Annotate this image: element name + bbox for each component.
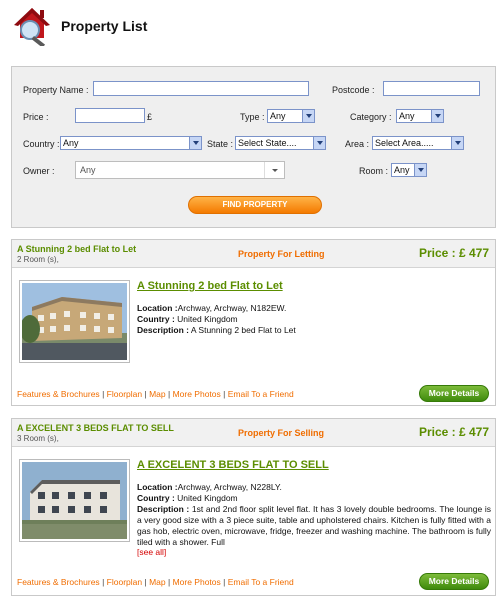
separator: | (167, 389, 171, 399)
listing-country: Country : United Kingdom (137, 493, 238, 503)
price-input[interactable] (75, 108, 145, 123)
area-select[interactable]: Select Area..... (372, 136, 464, 150)
listing-link[interactable]: A EXCELENT 3 BEDS FLAT TO SELL (137, 459, 329, 471)
owner-label: Owner : (23, 166, 55, 176)
listing-location: Location :Archway, Archway, N182EW. (137, 303, 287, 313)
listing-links: Features & Brochures | Floorplan | Map |… (17, 389, 294, 399)
separator: | (102, 577, 105, 587)
listing-location: Location :Archway, Archway, N228LY. (137, 482, 282, 492)
listing-price: Price : £ 477 (418, 246, 489, 260)
type-label: Type : (240, 112, 265, 122)
chevron-down-icon (313, 137, 325, 149)
floorplan-link[interactable]: Floorplan (107, 389, 142, 399)
state-label: State : (207, 139, 234, 149)
postcode-label: Postcode : (332, 85, 375, 95)
room-select[interactable]: Any (391, 163, 427, 177)
listing-header: A EXCELENT 3 BEDS FLAT TO SELL 3 Room (s… (12, 419, 495, 447)
house-search-icon (10, 4, 54, 48)
map-link[interactable]: Map (149, 577, 166, 587)
listing-card: A EXCELENT 3 BEDS FLAT TO SELL 3 Room (s… (11, 418, 496, 596)
chevron-down-icon (431, 110, 443, 122)
floorplan-link[interactable]: Floorplan (107, 577, 142, 587)
category-select[interactable]: Any (396, 109, 444, 123)
separator: | (167, 577, 171, 587)
type-select[interactable]: Any (267, 109, 315, 123)
listing-title: A EXCELENT 3 BEDS FLAT TO SELL (17, 423, 174, 433)
state-select[interactable]: Select State.... (235, 136, 326, 150)
email-friend-link[interactable]: Email To a Friend (228, 577, 294, 587)
listing-header: A Stunning 2 bed Flat to Let 2 Room (s),… (12, 240, 495, 268)
map-link[interactable]: Map (149, 389, 166, 399)
email-friend-link[interactable]: Email To a Friend (228, 389, 294, 399)
search-form: Property Name : Postcode : Price : £ Typ… (11, 66, 496, 228)
price-label: Price : (23, 112, 49, 122)
listing-country: Country : United Kingdom (137, 314, 238, 324)
more-photos-link[interactable]: More Photos (173, 577, 221, 587)
chevron-down-icon (451, 137, 463, 149)
separator: | (144, 577, 147, 587)
property-name-input[interactable] (93, 81, 309, 96)
area-label: Area : (345, 139, 370, 149)
listing-links: Features & Brochures | Floorplan | Map |… (17, 577, 294, 587)
separator: | (223, 389, 226, 399)
see-all-link[interactable]: [see all] (137, 547, 166, 558)
listing-title: A Stunning 2 bed Flat to Let (17, 244, 137, 254)
property-name-label: Property Name : (23, 85, 89, 95)
listing-card: A Stunning 2 bed Flat to Let 2 Room (s),… (11, 239, 496, 406)
more-details-button[interactable]: More Details (419, 573, 489, 590)
listing-photo[interactable] (19, 459, 130, 542)
country-select[interactable]: Any (60, 136, 202, 150)
find-property-button[interactable]: FIND PROPERTY (188, 196, 322, 214)
separator: | (102, 389, 105, 399)
separator: | (144, 389, 147, 399)
listing-rooms: 2 Room (s), (17, 255, 59, 264)
listing-link[interactable]: A Stunning 2 bed Flat to Let (137, 280, 283, 292)
features-link[interactable]: Features & Brochures (17, 389, 100, 399)
listing-price: Price : £ 477 (418, 425, 489, 439)
category-label: Category : (350, 112, 392, 122)
separator: | (223, 577, 226, 587)
chevron-down-icon (302, 110, 314, 122)
currency-symbol: £ (147, 112, 153, 122)
listing-description: Description : A Stunning 2 bed Flat to L… (137, 325, 296, 335)
listing-type: Property For Letting (238, 249, 325, 259)
page-title: Property List (61, 18, 148, 34)
more-photos-link[interactable]: More Photos (173, 389, 221, 399)
listing-description: Description : 1st and 2nd floor split le… (137, 504, 491, 547)
listing-rooms: 3 Room (s), (17, 434, 59, 443)
more-details-button[interactable]: More Details (419, 385, 489, 402)
listing-type: Property For Selling (238, 428, 325, 438)
listing-photo[interactable] (19, 280, 130, 363)
features-link[interactable]: Features & Brochures (17, 577, 100, 587)
chevron-down-icon (264, 162, 284, 178)
page-header: Property List (10, 4, 490, 48)
chevron-down-icon (189, 137, 201, 149)
owner-combobox[interactable]: Any (75, 161, 285, 179)
room-label: Room : (359, 166, 389, 176)
country-label: Country : (23, 139, 60, 149)
chevron-down-icon (414, 164, 426, 176)
postcode-input[interactable] (383, 81, 480, 96)
